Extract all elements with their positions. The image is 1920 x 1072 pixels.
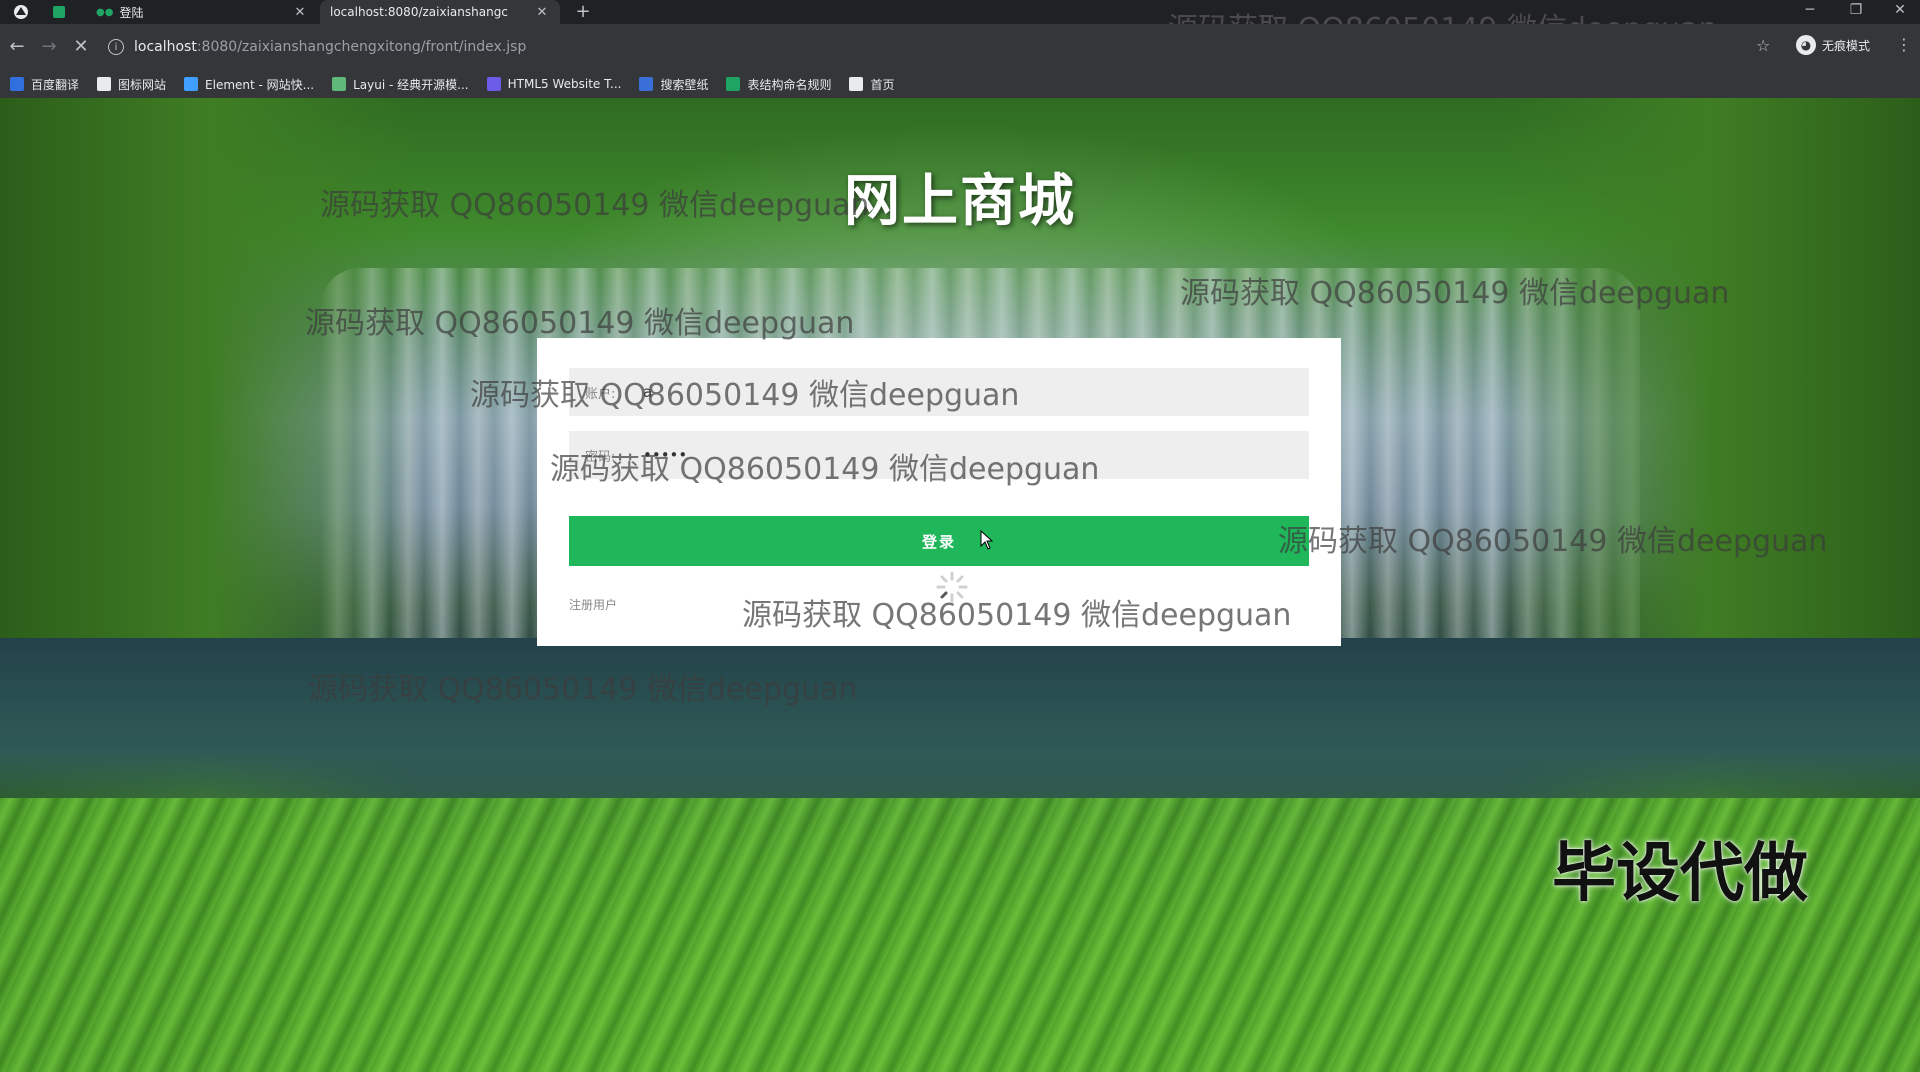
bookmark-label: HTML5 Website T... [507,77,622,91]
forward-button[interactable]: → [36,34,62,60]
watermark-text: 源码获取 QQ86050149 微信deepguan [305,306,855,341]
bookmark-item[interactable]: Element - 网站快... [184,76,314,93]
globe-icon [849,77,864,91]
omnibox[interactable]: i localhost:8080/zaixianshangchengxitong… [108,33,1788,61]
bookmark-item[interactable]: 搜索壁纸 [639,76,708,93]
bookmark-item[interactable]: 表结构命名规则 [726,76,831,93]
element-icon [184,77,199,91]
bookmark-label: Element - 网站快... [205,77,315,92]
tab-label: localhost:8080/zaixianshangc [330,5,508,19]
bookmark-label: 表结构命名规则 [747,77,832,92]
baidu-translate-icon [10,77,24,91]
browser-menu-icon[interactable]: ⋮ [1896,35,1912,54]
bookmark-label: 图标网站 [118,77,167,92]
bookmark-item[interactable]: 百度翻译 [10,76,79,93]
address-toolbar: ← → ✕ i localhost:8080/zaixianshangcheng… [0,24,1920,70]
stop-loading-button[interactable]: ✕ [68,34,94,60]
bookmark-label: 百度翻译 [31,77,80,92]
corner-ad-text: 毕设代做 [1552,837,1808,911]
incognito-label: 无痕模式 [1822,38,1871,53]
bookmark-item[interactable]: 图标网站 [97,76,166,93]
register-link[interactable]: 注册用户 [569,596,617,613]
bookmark-label: Layui - 经典开源模... [353,77,469,92]
incognito-icon: ◕ [1796,35,1816,55]
watermark-text: 源码获取 QQ86050149 微信deepguan [1180,276,1730,311]
tab-localhost[interactable]: localhost:8080/zaixianshangc ✕ [320,0,560,24]
bookmark-item[interactable]: Layui - 经典开源模... [332,76,469,93]
tab-favicon-icon: ●● [96,6,114,18]
incognito-indicator[interactable]: ◕ 无痕模式 [1796,35,1870,55]
url-text[interactable]: localhost:8080/zaixianshangchengxitong/f… [134,39,526,55]
bookmarks-bar: 百度翻译 图标网站 Element - 网站快... Layui - 经典开源模...… [0,70,1920,98]
watermark-text: 源码获取 QQ86050149 微信deepguan [470,378,1020,413]
new-tab-button[interactable]: + [572,1,594,23]
page-viewport: 网上商城 源码获取 QQ86050149 微信deepguan 源码获取 QQ8… [0,98,1920,1072]
layui-icon [332,77,347,91]
watermark-text: 源码获取 QQ86050149 微信deepguan [1278,524,1828,559]
watermark-text: 源码获取 QQ86050149 微信deepguan [550,452,1100,487]
bookmark-label: 搜索壁纸 [660,77,709,92]
watermark-text: 源码获取 QQ86050149 微信deepguan [742,598,1292,633]
bookmark-star-icon[interactable]: ☆ [1756,36,1770,55]
tab-close-icon[interactable]: ✕ [292,5,308,20]
restore-button[interactable]: ❐ [1836,0,1876,24]
page-title: 网上商城 [844,169,1076,234]
sheet-icon [726,77,741,91]
tab-close-icon[interactable]: ✕ [534,5,550,20]
app-tab-icon[interactable] [50,3,68,21]
site-info-icon[interactable]: i [108,39,124,55]
tab-strip: ●● 登陆 ✕ localhost:8080/zaixianshangc ✕ +… [0,0,1920,47]
bookmark-label: 首页 [870,77,895,92]
back-button[interactable]: ← [4,34,30,60]
login-button[interactable]: 登录 [569,516,1309,566]
flag-icon [97,77,112,91]
watermark-text: 源码获取 QQ86050149 微信deepguan [308,672,858,707]
mouse-cursor-icon [980,530,994,550]
bookmark-item[interactable]: 首页 [849,76,895,93]
html5-icon [486,77,501,91]
tab-label: 登陆 [119,5,144,20]
minimize-button[interactable]: ─ [1790,0,1830,24]
close-window-button[interactable]: ✕ [1880,0,1920,24]
watermark-text: 源码获取 QQ86050149 微信deepguan [320,188,870,223]
wallpaper-icon [639,77,654,91]
bookmark-item[interactable]: HTML5 Website T... [486,77,622,91]
browser-logo-icon[interactable] [12,3,30,21]
tab-login[interactable]: ●● 登陆 ✕ [86,0,318,24]
